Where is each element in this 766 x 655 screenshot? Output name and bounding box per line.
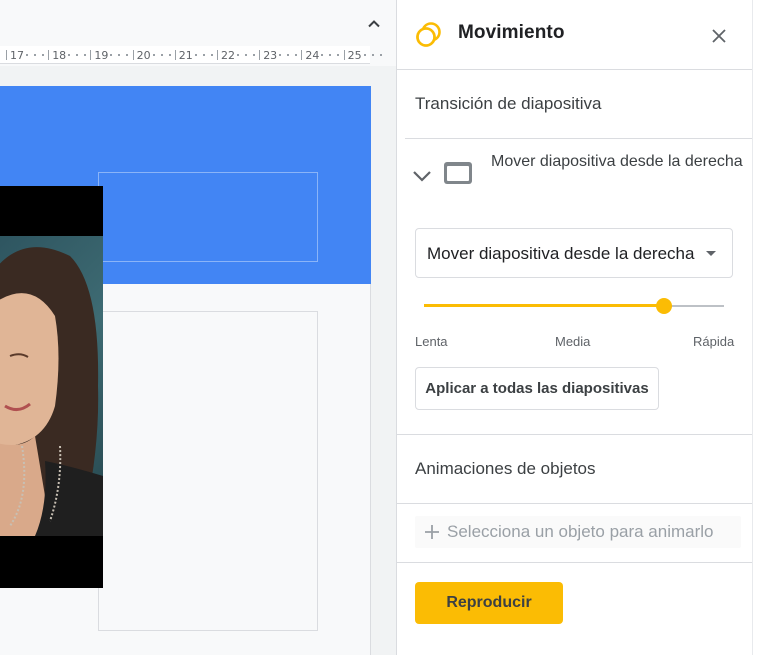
- motion-panel: Movimiento Transición de diapositiva Mov…: [396, 0, 753, 655]
- ruler-dot: [26, 54, 28, 56]
- ruler-mark: [301, 50, 303, 60]
- divider: [405, 138, 753, 139]
- ruler-tick-label: 21: [178, 49, 193, 62]
- horizontal-ruler[interactable]: 17 18 19 20 21 22 23 24 25: [0, 46, 382, 64]
- ruler-dot: [160, 54, 163, 56]
- ruler-dot: [337, 54, 340, 56]
- transition-type-value: Mover diapositiva desde la derecha: [427, 244, 695, 263]
- slide-canvas-area: 17 18 19 20 21 22 23 24 25: [0, 0, 396, 655]
- ruler-dot: [321, 54, 324, 56]
- ruler-tick-label: 25: [347, 49, 362, 62]
- ruler-dot: [110, 54, 113, 56]
- speed-label-medium: Media: [555, 334, 591, 349]
- title-placeholder[interactable]: [98, 172, 318, 262]
- transition-section-title: Transición de diapositiva: [415, 94, 602, 113]
- ruler-dot: [76, 54, 79, 56]
- divider: [397, 503, 753, 504]
- slide-photo[interactable]: [0, 186, 103, 588]
- ruler-tick-label: 20: [136, 49, 151, 62]
- ruler-dot: [237, 54, 239, 56]
- portrait-image: [0, 247, 103, 536]
- chevron-down-icon[interactable]: [411, 164, 433, 186]
- slide[interactable]: [0, 86, 371, 655]
- body-placeholder[interactable]: [98, 311, 318, 631]
- close-panel-button[interactable]: [707, 24, 731, 48]
- transition-row[interactable]: Mover diapositiva desde la derecha: [397, 150, 753, 200]
- ruler-dot: [68, 54, 71, 56]
- ruler-dot: [379, 54, 382, 56]
- ruler-mark: [174, 50, 176, 60]
- add-animation-label: Selecciona un objeto para animarlo: [447, 522, 714, 541]
- panel-header: Movimiento: [397, 0, 753, 69]
- ruler-bar: 17 18 19 20 21 22 23 24 25: [0, 0, 396, 66]
- plus-icon: [425, 525, 439, 539]
- scrollbar-gutter: [752, 0, 766, 655]
- slider-thumb[interactable]: [656, 298, 672, 314]
- slide-transition-icon: [444, 162, 472, 184]
- divider: [397, 562, 753, 563]
- ruler-mark: [6, 50, 7, 60]
- play-button[interactable]: Reproducir: [415, 582, 563, 624]
- ruler-tick-label: 17: [10, 49, 24, 62]
- ruler-dot: [363, 54, 366, 56]
- ruler-mark: [217, 50, 218, 60]
- motion-icon: [416, 22, 441, 47]
- ruler-tick-label: 19: [94, 49, 109, 62]
- ruler-dot: [194, 54, 197, 56]
- ruler-tick-label: 18: [52, 49, 67, 62]
- transition-type-dropdown[interactable]: Mover diapositiva desde la derecha: [415, 228, 733, 278]
- add-animation-button[interactable]: Selecciona un objeto para animarlo: [415, 516, 741, 548]
- panel-title: Movimiento: [458, 22, 565, 43]
- ruler-dot: [253, 54, 255, 56]
- collapse-toolbar-button[interactable]: [360, 12, 388, 36]
- close-icon: [712, 29, 726, 43]
- ruler-dot: [34, 54, 36, 56]
- ruler-dot: [295, 54, 298, 56]
- ruler-mark: [259, 50, 261, 60]
- ruler-dot: [371, 54, 374, 56]
- ruler-dot: [329, 54, 332, 56]
- ruler-tick-label: 24: [305, 49, 320, 62]
- ruler-mark: [90, 50, 92, 60]
- speed-label-fast: Rápida: [693, 334, 735, 349]
- ruler-tick-label: 23: [263, 49, 278, 62]
- ruler-dot: [152, 54, 155, 56]
- ruler-dot: [202, 54, 205, 56]
- current-transition-label: Mover diapositiva desde la derecha: [491, 153, 743, 170]
- transition-speed-slider[interactable]: [424, 296, 724, 316]
- divider: [397, 434, 753, 435]
- dropdown-arrow-icon: [706, 251, 716, 256]
- ruler-mark: [343, 50, 345, 60]
- ruler-mark: [132, 50, 134, 60]
- ruler-dot: [42, 54, 44, 56]
- ruler-dot: [279, 54, 282, 56]
- ruler-dot: [118, 54, 121, 56]
- ruler-tick-label: 22: [221, 49, 235, 62]
- photo-image: [0, 236, 103, 536]
- object-animations-section-title: Animaciones de objetos: [415, 459, 596, 478]
- chevron-up-icon: [368, 20, 380, 28]
- ruler-dot: [287, 54, 290, 56]
- divider: [397, 69, 753, 70]
- speed-label-slow: Lenta: [415, 334, 448, 349]
- ruler-dot: [168, 54, 171, 56]
- apply-to-all-slides-button[interactable]: Aplicar a todas las diapositivas: [415, 367, 659, 410]
- ruler-dot: [245, 54, 247, 56]
- ruler-mark: [48, 50, 50, 60]
- ruler-dot: [126, 54, 129, 56]
- slider-fill: [424, 304, 664, 307]
- ruler-dot: [84, 54, 87, 56]
- ruler-dot: [210, 54, 213, 56]
